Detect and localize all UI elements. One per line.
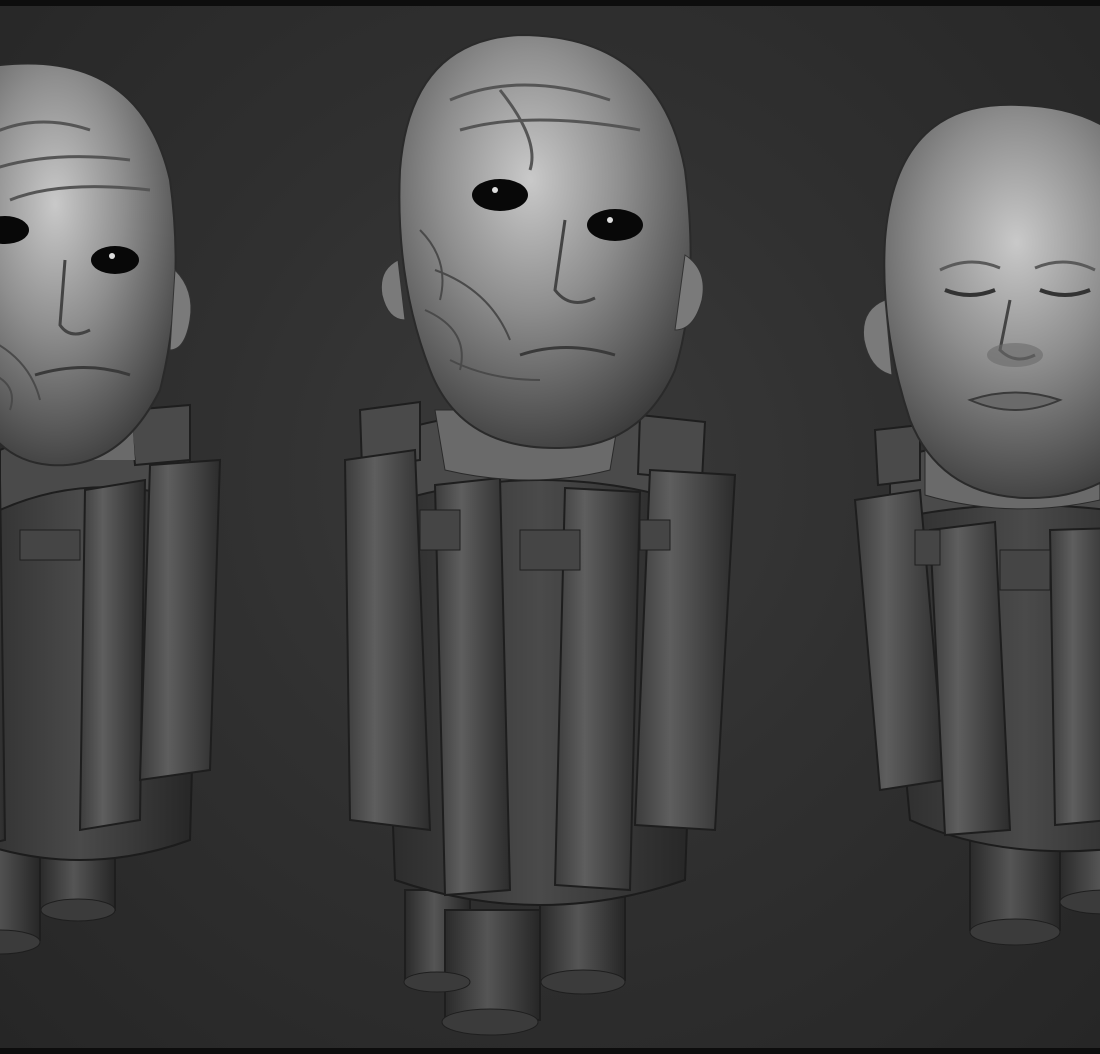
bust-center (343, 33, 737, 1036)
head-scarred (380, 33, 704, 481)
sculpt-viewport (0, 0, 1100, 1054)
eye-left (472, 179, 528, 211)
eye-right (587, 209, 643, 241)
bust-right (853, 103, 1100, 946)
bust-left (0, 62, 222, 955)
eye-right (91, 246, 139, 274)
rocket-nozzles (403, 889, 626, 1036)
head-scarred (0, 62, 192, 467)
